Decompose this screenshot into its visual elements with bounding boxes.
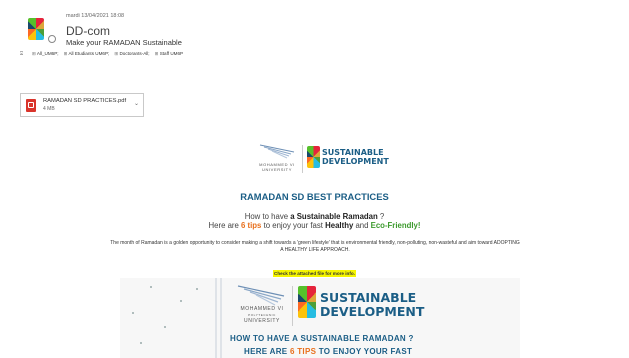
text: to enjoy your fast (261, 221, 326, 230)
decor-line (220, 278, 222, 358)
text: HERE ARE (244, 347, 290, 356)
body-line-2: Here are 6 tips to enjoy your fast Healt… (0, 221, 629, 230)
sender-name[interactable]: DD-com (66, 24, 110, 38)
decor-line (215, 278, 217, 358)
text: ? (406, 334, 414, 343)
university-logo: MOHAMMED VI UNIVERSITY (254, 143, 300, 175)
text: ? (377, 212, 385, 221)
decor-dot (180, 300, 182, 302)
attachment-size: 4 MB (43, 106, 55, 112)
logo-divider (302, 145, 303, 173)
decor-dot (164, 326, 166, 328)
recipient[interactable]: All Etudiants UM6P; (64, 51, 109, 57)
sd-logo-line1: SUSTAINABLE (320, 290, 417, 305)
sd-logo-icon (307, 146, 320, 168)
attachment-card[interactable]: RAMADAN SD PRACTICES.pdf 4 MB ⌄ (20, 93, 144, 117)
text: HOW TO HAVE A (230, 334, 301, 343)
attachment-name: RAMADAN SD PRACTICES.pdf (43, 98, 127, 104)
body-paragraph: The month of Ramadan is a golden opportu… (110, 240, 520, 253)
ramadan-banner-image: MOHAMMED VI POLYTECHNIC UNIVERSITY SUSTA… (120, 278, 520, 358)
recipients-list: All_UM6P; All Etudiants UM6P; Doctorants… (32, 51, 183, 57)
pdf-file-icon (26, 99, 36, 112)
university-emblem-icon (259, 144, 295, 159)
text-bold: Healthy (325, 221, 354, 230)
text-tips: 6 tips (241, 221, 262, 230)
banner-question: HOW TO HAVE A SUSTAINABLE RAMADAN ? (230, 334, 414, 343)
recipient[interactable]: All_UM6P; (32, 51, 59, 57)
body-line-1: How to have a Sustainable Ramadan ? (0, 212, 629, 221)
text: SUSTAINABLE RAMADAN (300, 334, 406, 343)
decor-dot (132, 312, 134, 314)
text-eco: Eco-Friendly! (370, 221, 421, 230)
email-date: mardi 13/04/2021 18:08 (66, 13, 125, 19)
university-emblem-icon (237, 285, 285, 306)
banner-sd-logo-icon (298, 286, 316, 318)
decor-dot (150, 286, 152, 288)
banner-tips: HERE ARE 6 TIPS TO ENJOY YOUR FAST (244, 347, 412, 356)
text: and (353, 221, 371, 230)
email-subject: Make your RAMADAN Sustainable (66, 38, 182, 47)
highlighted-note: Check the attached file for more info. (273, 270, 356, 277)
university-name-line2: UNIVERSITY (261, 167, 292, 172)
university-name-line3: UNIVERSITY (243, 318, 280, 324)
text-tips: 6 TIPS (289, 347, 317, 356)
sender-logo (28, 18, 44, 40)
university-name: MOHAMMED VI UNIVERSITY (257, 162, 297, 172)
recipient[interactable]: Staff UM6P (155, 51, 183, 57)
text-bold: a Sustainable Ramadan (290, 212, 378, 221)
banner-university-name: MOHAMMED VI POLYTECHNIC UNIVERSITY (237, 306, 287, 324)
banner-logo-divider (292, 286, 293, 326)
body-heading: RAMADAN SD BEST PRACTICES (240, 191, 389, 202)
recipient[interactable]: Doctorants-All; (114, 51, 149, 57)
recipients-icon: ⍓ (20, 51, 24, 57)
sd-logo-text: SUSTAINABLE DEVELOPMENT (322, 148, 389, 167)
status-circle-icon[interactable] (48, 35, 56, 43)
chevron-down-icon[interactable]: ⌄ (134, 100, 139, 107)
sd-logo-line2: DEVELOPMENT (322, 156, 389, 166)
text: TO ENJOY YOUR FAST (316, 347, 413, 356)
text: How to have (244, 212, 291, 221)
text: Here are (208, 221, 242, 230)
decor-dot (140, 342, 142, 344)
decor-dot (196, 288, 198, 290)
sd-logo-line2: DEVELOPMENT (320, 303, 425, 319)
banner-sd-logo-text: SUSTAINABLE DEVELOPMENT (320, 291, 424, 319)
